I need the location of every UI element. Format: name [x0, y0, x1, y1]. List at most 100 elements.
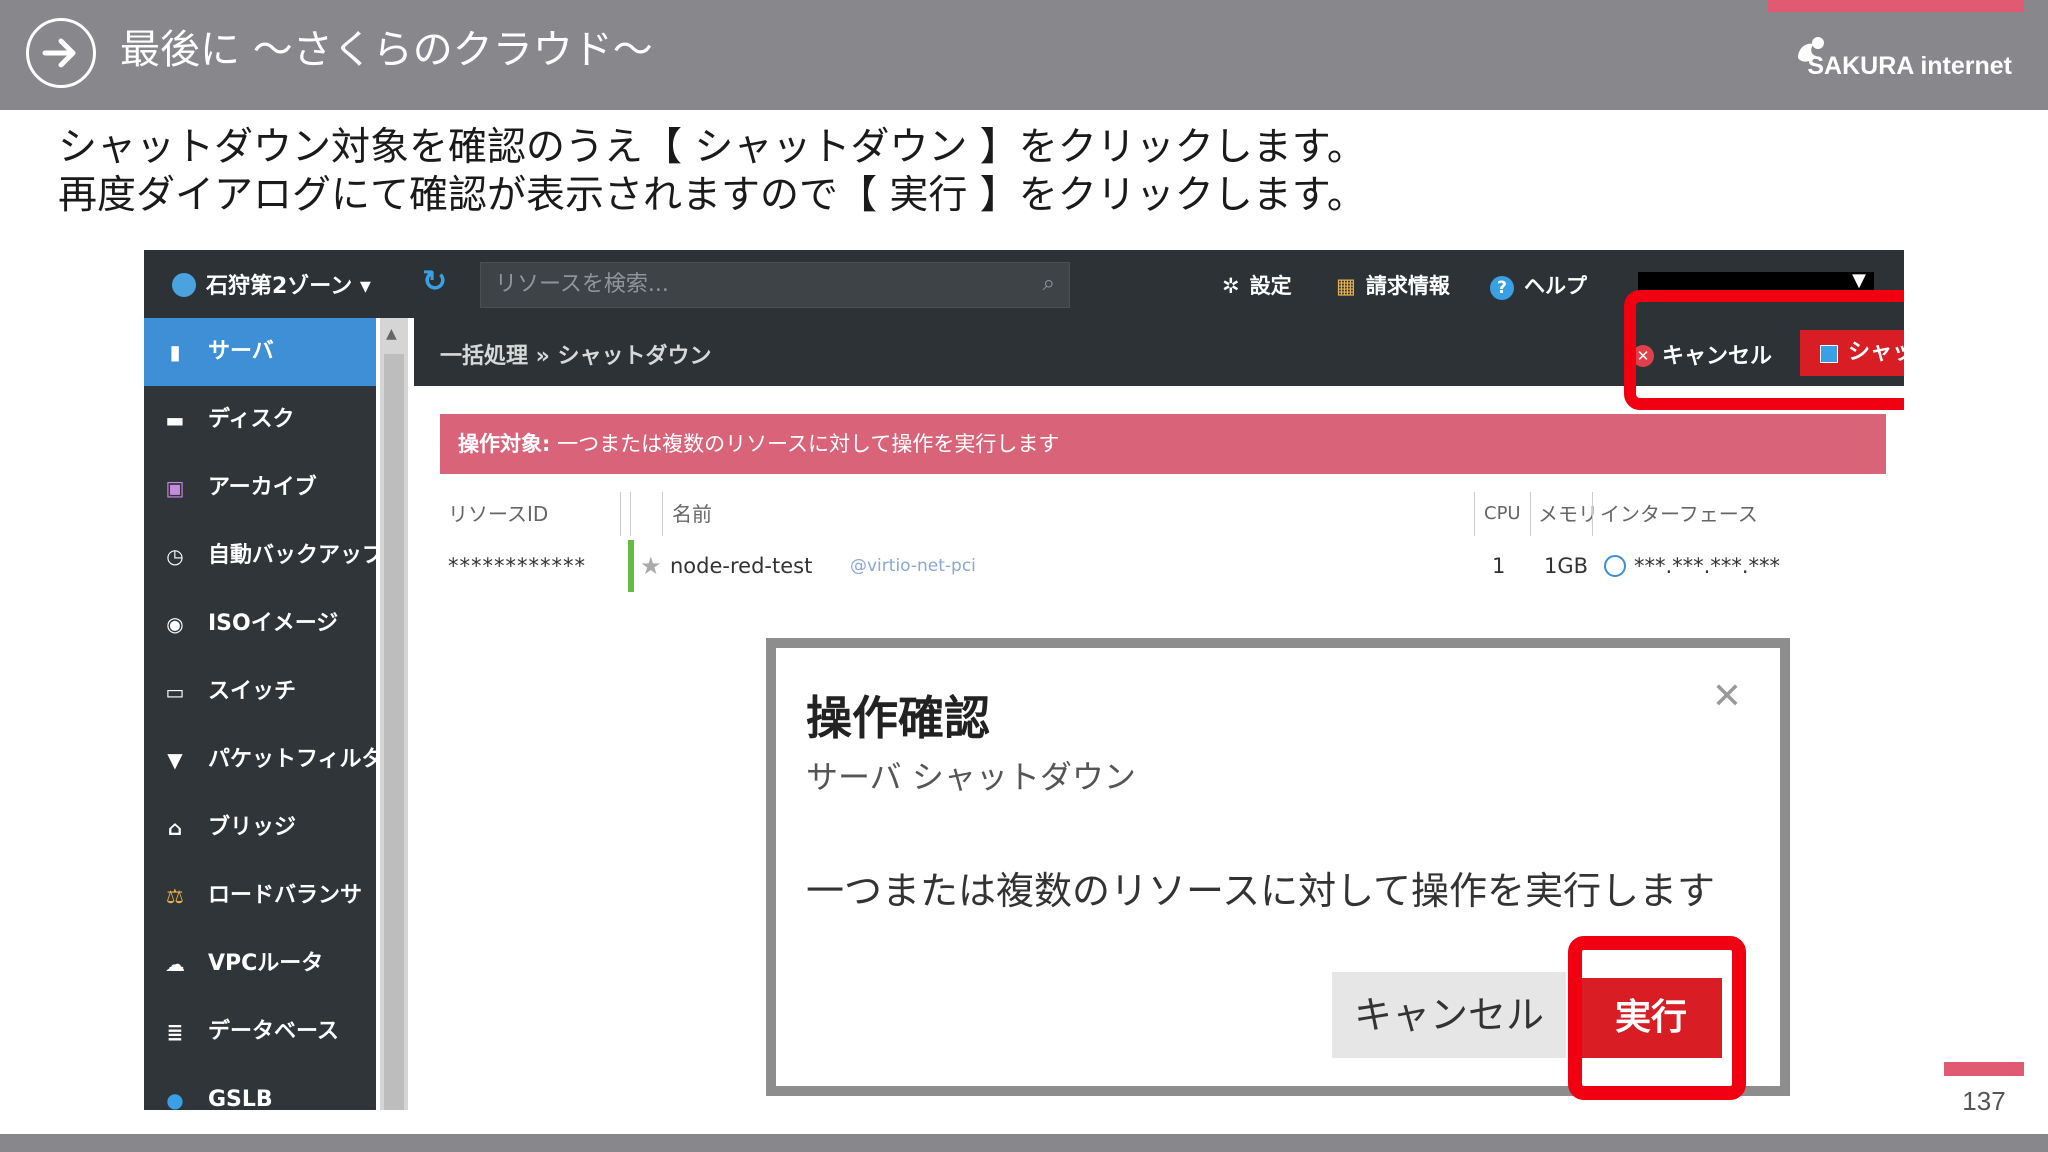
- sidebar-item-label: VPCルータ: [208, 951, 324, 976]
- column-divider: [662, 492, 663, 536]
- server-icon: ▮: [169, 340, 181, 364]
- col-resource-id[interactable]: リソースID: [448, 488, 548, 540]
- column-divider: [1530, 492, 1531, 536]
- sidebar-item-label: ISOイメージ: [208, 611, 339, 636]
- nav-help-label: ヘルプ: [1524, 274, 1587, 298]
- instructions: シャットダウン対象を確認のうえ【 シャットダウン 】をクリックします。 再度ダイ…: [58, 124, 1366, 220]
- sidebar-scrollbar[interactable]: ▲: [380, 318, 408, 1110]
- disk-icon: ▬: [165, 408, 185, 432]
- arrow-right-icon: [26, 18, 96, 88]
- help-icon: ?: [1490, 276, 1514, 300]
- execute-highlight: [1568, 936, 1746, 1100]
- memory-size: 1GB: [1544, 554, 1589, 578]
- sidebar-item-switch[interactable]: ▭ スイッチ: [144, 658, 376, 726]
- clock-icon: ◷: [166, 544, 184, 568]
- alert-text: 一つまたは複数のリソースに対して操作を実行します: [557, 432, 1060, 456]
- sidebar-item-packet-filter[interactable]: ▼ パケットフィルタ: [144, 726, 383, 794]
- sidebar-item-bridge[interactable]: ⌂ ブリッジ: [144, 794, 376, 862]
- dialog-cancel-button[interactable]: キャンセル: [1332, 972, 1566, 1058]
- sidebar-item-label: GSLB: [208, 1087, 273, 1110]
- bridge-icon: ⌂: [167, 816, 183, 840]
- sidebar-item-label: ディスク: [208, 407, 295, 432]
- sidebar-item-vpc-router[interactable]: ☁ VPCルータ: [144, 930, 376, 998]
- nic-driver: @virtio-net-pci: [850, 556, 976, 576]
- sidebar-item-label: データベース: [208, 1019, 339, 1044]
- search-icon[interactable]: ⌕: [1043, 271, 1055, 296]
- interface-cell: ***.***.***.***: [1604, 540, 1780, 592]
- sidebar-item-disk[interactable]: ▬ ディスク: [144, 386, 376, 454]
- cpu-count: 1: [1492, 554, 1506, 578]
- page-accent-bar: [1944, 1062, 2024, 1076]
- sidebar-item-label: サーバ: [208, 339, 274, 364]
- column-divider: [1592, 492, 1593, 536]
- table-header: リソースID 名前 CPU メモリ インターフェース: [440, 488, 1886, 540]
- sidebar-item-iso[interactable]: ◉ ISOイメージ: [144, 590, 376, 658]
- archive-icon: ▣: [165, 476, 185, 500]
- sidebar-item-label: ブリッジ: [208, 815, 297, 840]
- operation-target-alert: 操作対象: 一つまたは複数のリソースに対して操作を実行します: [440, 414, 1886, 474]
- col-memory[interactable]: メモリ: [1538, 488, 1598, 540]
- control-panel-screenshot: 石狩第2ゾーン ▾ ↻ ⌕ ✲ 設定 ▦ 請求情報 ? ヘルプ ▼ ▮ サーバ ▬ ディス…: [144, 250, 1904, 1110]
- filter-icon: ▼: [167, 748, 183, 772]
- refresh-icon[interactable]: ↻: [422, 264, 447, 299]
- gear-icon: ✲: [1222, 274, 1240, 298]
- ip-address: ***.***.***.***: [1634, 554, 1781, 578]
- sidebar-item-load-balancer[interactable]: ⚖ ロードバランサ: [144, 862, 376, 930]
- col-name[interactable]: 名前: [672, 488, 712, 540]
- switch-icon: ▭: [165, 680, 185, 704]
- status-indicator: [628, 540, 634, 592]
- globe-icon: [172, 273, 196, 297]
- alert-label: 操作対象:: [458, 432, 551, 456]
- col-interface[interactable]: インターフェース: [1600, 488, 1758, 540]
- slide-title: 最後に ～さくらのクラウド～: [120, 27, 653, 73]
- billing-icon: ▦: [1336, 274, 1356, 298]
- column-divider: [620, 492, 621, 536]
- user-menu[interactable]: ▼: [1638, 270, 1874, 292]
- dialog-subtitle: サーバ シャットダウン: [806, 758, 1136, 796]
- breadcrumb: 一括処理 » シャットダウン: [440, 344, 712, 369]
- col-cpu[interactable]: CPU: [1484, 488, 1521, 540]
- instruction-line-1: シャットダウン対象を確認のうえ【 シャットダウン 】をクリックします。: [58, 125, 1366, 170]
- star-icon[interactable]: ★: [640, 540, 662, 592]
- globe-icon: [1604, 555, 1626, 577]
- server-name: node-red-test: [670, 554, 813, 578]
- resource-search: ⌕: [480, 262, 1070, 308]
- instruction-line-2: 再度ダイアログにて確認が表示されますので【 実行 】をクリックします。: [58, 173, 1366, 218]
- dropdown-arrow-icon: ▾: [359, 274, 371, 299]
- nav-settings[interactable]: ✲ 設定: [1222, 270, 1292, 300]
- sidebar-item-archive[interactable]: ▣ アーカイブ: [144, 454, 376, 522]
- sidebar-item-gslb[interactable]: ● GSLB: [144, 1066, 376, 1110]
- database-icon: ≣: [166, 1020, 184, 1044]
- nav-billing-label: 請求情報: [1365, 274, 1450, 298]
- header-accent-bar: [1768, 0, 2024, 12]
- disc-icon: ◉: [166, 612, 184, 636]
- resource-id: ************: [448, 554, 586, 578]
- scroll-up-icon[interactable]: ▲: [386, 326, 397, 342]
- nav-billing[interactable]: ▦ 請求情報: [1336, 270, 1450, 300]
- dialog-message: 一つまたは複数のリソースに対して操作を実行します: [806, 869, 1715, 913]
- sidebar-item-label: パケットフィルタ: [208, 747, 384, 772]
- search-input[interactable]: [481, 263, 1017, 305]
- column-divider: [1474, 492, 1475, 536]
- dialog-title: 操作確認: [806, 691, 990, 745]
- scrollbar-thumb[interactable]: [384, 354, 404, 1110]
- close-icon[interactable]: ✕: [1712, 676, 1742, 717]
- sidebar-item-label: アーカイブ: [208, 475, 317, 500]
- table-row[interactable]: ************ ★ node-red-test @virtio-net…: [440, 540, 1886, 592]
- nav-help[interactable]: ? ヘルプ: [1490, 270, 1587, 300]
- cloud-icon: ☁: [165, 952, 185, 976]
- balance-icon: ⚖: [166, 884, 184, 908]
- slide-header: 最後に ～さくらのクラウド～ SAKURA internet: [0, 0, 2048, 110]
- sidebar: ▮ サーバ ▬ ディスク ▣ アーカイブ ◷ 自動バックアップ ◉ ISOイメージ ▭ スイ…: [144, 318, 384, 1110]
- gslb-icon: ●: [166, 1088, 184, 1110]
- sidebar-item-server[interactable]: ▮ サーバ: [144, 318, 376, 386]
- sidebar-item-label: ロードバランサ: [208, 883, 363, 908]
- zone-label: 石狩第2ゾーン: [206, 274, 353, 299]
- sidebar-item-label: スイッチ: [208, 679, 297, 704]
- footer-bar: [0, 1134, 2048, 1152]
- zone-selector[interactable]: 石狩第2ゾーン ▾: [172, 268, 371, 300]
- sidebar-item-label: 自動バックアップ: [208, 543, 385, 568]
- sidebar-item-database[interactable]: ≣ データベース: [144, 998, 376, 1066]
- column-divider: [630, 492, 631, 536]
- sidebar-item-backup[interactable]: ◷ 自動バックアップ: [144, 522, 384, 590]
